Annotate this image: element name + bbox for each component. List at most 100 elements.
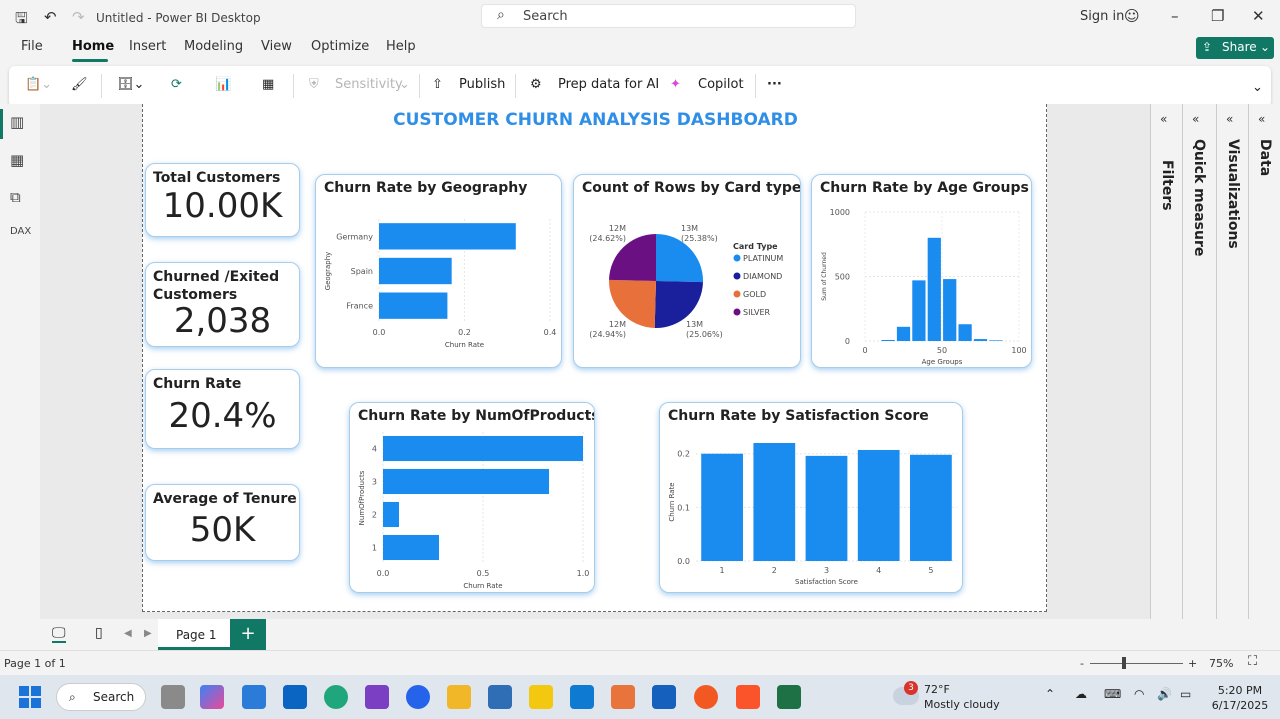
- paste-icon[interactable]: 📋⌄: [25, 77, 52, 92]
- next-page-icon[interactable]: ▶: [144, 628, 152, 639]
- chevron-left-icon[interactable]: «: [1160, 112, 1167, 126]
- share-button[interactable]: ⇪ Share ⌄: [1196, 37, 1274, 59]
- quick-measure-pane[interactable]: « Quick measure: [1182, 104, 1216, 619]
- outlook-icon[interactable]: [283, 685, 307, 709]
- chevron-down-icon[interactable]: ⌄: [1252, 80, 1263, 95]
- app-icon[interactable]: [406, 685, 430, 709]
- zoom-slider[interactable]: [1090, 663, 1183, 664]
- save-icon[interactable]: 🖫: [15, 8, 28, 33]
- page-tabs-bar: 🖵 ▯ ◀ ▶ Page 1 +: [0, 619, 1280, 650]
- maximize-icon[interactable]: ❐: [1211, 7, 1224, 25]
- prep-ai-icon: ⚙: [530, 77, 542, 92]
- publish-button[interactable]: Publish: [459, 77, 505, 92]
- add-page-button[interactable]: +: [230, 619, 266, 650]
- filters-pane[interactable]: « Filters: [1150, 104, 1182, 619]
- account-icon[interactable]: ☺: [1124, 7, 1140, 25]
- wifi-icon[interactable]: ◠: [1134, 687, 1144, 701]
- kpi-card-total-customers[interactable]: Total Customers 10.00K: [145, 163, 300, 237]
- chart-churn-by-products[interactable]: 0.00.51.04321Churn RateNumOfProducts Chu…: [349, 402, 595, 593]
- kpi-card-churned[interactable]: Churned /Exited Customers 2,038: [145, 262, 300, 347]
- sign-in-link[interactable]: Sign in: [1080, 9, 1124, 24]
- zoom-in-button[interactable]: +: [1188, 657, 1197, 670]
- refresh-icon[interactable]: ⟳: [171, 77, 182, 92]
- minimize-icon[interactable]: –: [1171, 7, 1179, 25]
- bar: [958, 324, 971, 341]
- cloud-sync-icon[interactable]: ☁: [1075, 687, 1087, 701]
- notepad-icon[interactable]: [652, 685, 676, 709]
- dax-view-icon[interactable]: DAX: [10, 226, 31, 237]
- close-icon[interactable]: ✕: [1252, 7, 1265, 25]
- store-icon[interactable]: [242, 685, 266, 709]
- search-input[interactable]: ⌕ Search: [481, 4, 856, 28]
- zoom-slider-thumb[interactable]: [1122, 657, 1126, 669]
- model-view-icon[interactable]: ⧉: [10, 188, 21, 206]
- task-view-icon[interactable]: [161, 685, 185, 709]
- fit-page-icon[interactable]: ⛶: [1248, 654, 1257, 669]
- table-view-icon[interactable]: ▦: [10, 151, 24, 169]
- copilot-app-icon[interactable]: [200, 685, 224, 709]
- mobile-layout-icon[interactable]: ▯: [95, 625, 103, 641]
- power-bi-icon[interactable]: [529, 685, 553, 709]
- edge-icon[interactable]: [324, 685, 348, 709]
- prep-ai-button[interactable]: Prep data for AI: [558, 77, 659, 92]
- battery-icon[interactable]: ▭: [1180, 687, 1191, 701]
- kpi-card-avg-tenure[interactable]: Average of Tenure 50K: [145, 484, 300, 561]
- bar: [910, 455, 952, 561]
- brave-icon[interactable]: [736, 685, 760, 709]
- visualizations-pane[interactable]: « Visualizations: [1216, 104, 1248, 619]
- format-painter-icon[interactable]: 🖌: [71, 77, 88, 92]
- prev-page-icon[interactable]: ◀: [124, 628, 132, 639]
- report-canvas[interactable]: CUSTOMER CHURN ANALYSIS DASHBOARD Total …: [142, 104, 1047, 612]
- undo-icon[interactable]: ↶: [44, 8, 57, 26]
- excel-icon[interactable]: [777, 685, 801, 709]
- age-histogram: 05001000050100Age GroupsSum of Churned: [812, 175, 1032, 368]
- copilot-button[interactable]: Copilot: [698, 77, 744, 92]
- chart-card-type[interactable]: 13M(25.38%)13M(25.06%)12M(24.94%)12M(24.…: [573, 174, 801, 368]
- chevron-left-icon[interactable]: «: [1258, 112, 1265, 126]
- app-icon[interactable]: [694, 685, 718, 709]
- keyboard-icon[interactable]: ⌨: [1104, 687, 1121, 701]
- menu-modeling[interactable]: Modeling: [184, 39, 243, 54]
- menu-home[interactable]: Home: [72, 39, 114, 54]
- chart-churn-by-geography[interactable]: 0.00.20.4GermanySpainFranceChurn RateGeo…: [315, 174, 562, 368]
- new-visual-icon[interactable]: 📊: [215, 77, 231, 92]
- weather-widget[interactable]: 72°F Mostly cloudy: [924, 682, 1000, 712]
- chevron-up-icon[interactable]: ⌃: [1045, 687, 1055, 701]
- x-tick-label: 0.0: [373, 328, 386, 337]
- app-icon[interactable]: [488, 685, 512, 709]
- chevron-down-icon: ⌄: [1260, 40, 1270, 54]
- more-options-button[interactable]: ···: [767, 77, 782, 92]
- vscode-icon[interactable]: [570, 685, 594, 709]
- menu-optimize[interactable]: Optimize: [311, 39, 369, 54]
- visual-studio-icon[interactable]: [365, 685, 389, 709]
- legend-item: PLATINUM: [743, 254, 783, 263]
- chevron-left-icon[interactable]: «: [1192, 112, 1199, 126]
- app-icon[interactable]: [611, 685, 635, 709]
- calculator-icon[interactable]: ▦: [262, 77, 274, 92]
- x-tick-label: 5: [928, 566, 933, 575]
- kpi-card-churn-rate[interactable]: Churn Rate 20.4%: [145, 369, 300, 449]
- get-data-icon[interactable]: 🗄⌄: [117, 77, 144, 92]
- menu-insert[interactable]: Insert: [129, 39, 166, 54]
- redo-icon[interactable]: ↷: [72, 8, 85, 26]
- taskbar-search[interactable]: ⌕ Search: [56, 683, 146, 711]
- data-pane[interactable]: « Data: [1248, 104, 1280, 619]
- menu-file[interactable]: File: [21, 39, 43, 54]
- menu-help[interactable]: Help: [386, 39, 416, 54]
- page-tab[interactable]: Page 1: [158, 619, 230, 650]
- chart-title: Churn Rate by NumOfProducts: [358, 408, 595, 424]
- clock[interactable]: 5:20 PM 6/17/2025: [1210, 683, 1270, 713]
- sensitivity-button[interactable]: Sensitivity: [335, 77, 403, 92]
- y-tick-label: 0: [845, 337, 850, 346]
- chart-churn-by-satisfaction[interactable]: 0.00.10.212345Satisfaction ScoreChurn Ra…: [659, 402, 963, 593]
- windows-start-icon[interactable]: [19, 686, 41, 708]
- volume-icon[interactable]: 🔊: [1157, 687, 1172, 701]
- chart-churn-by-age[interactable]: 05001000050100Age GroupsSum of Churned C…: [811, 174, 1032, 368]
- report-view-icon[interactable]: ▥: [10, 113, 24, 131]
- bar: [379, 258, 452, 284]
- file-explorer-icon[interactable]: [447, 685, 471, 709]
- zoom-out-button[interactable]: -: [1080, 657, 1084, 670]
- desktop-layout-icon[interactable]: 🖵: [52, 625, 66, 643]
- chevron-left-icon[interactable]: «: [1226, 112, 1233, 126]
- menu-view[interactable]: View: [261, 39, 292, 54]
